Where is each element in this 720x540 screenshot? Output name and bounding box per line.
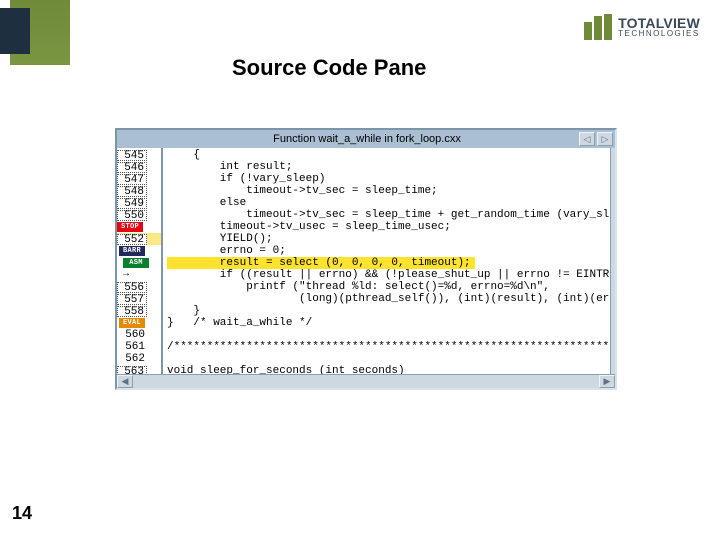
asm-badge[interactable]: ASM [123,258,149,268]
line-number: 548 [117,186,147,197]
line-number: 547 [117,174,147,185]
code-line: if ((result || errno) && (!please_shut_u… [167,269,610,281]
program-counter-arrow-icon: → [123,269,129,281]
code-line: /***************************************… [167,341,610,353]
code-line: int result; [167,161,292,173]
scroll-right-button[interactable]: ▶ [599,375,615,388]
code-line: timeout->tv_sec = sleep_time; [167,185,438,197]
horizontal-scrollbar[interactable]: ◀ ▶ [117,374,615,388]
source-code-pane: Function wait_a_while in fork_loop.cxx ◁… [115,128,617,390]
slide-accent-block [10,0,70,65]
code-line: (long)(pthread_self()), (int)(result), (… [167,293,610,305]
page-number: 14 [12,503,32,524]
brand-name-top: TOTALVIEW [618,16,700,30]
line-number-gutter[interactable]: 545 546 547 548 549 550 STOP 552 BARR AS… [117,148,163,374]
line-number: 550 [117,210,147,221]
code-line: if (!vary_sleep) [167,173,325,185]
brand-bars-icon [584,14,612,40]
line-number: 563 [117,366,147,375]
nav-back-button[interactable]: ◁ [579,132,595,146]
line-number: 552 [117,234,147,245]
source-code-area[interactable]: { int result; if (!vary_sleep) timeout->… [163,148,610,374]
code-line: printf ("thread %ld: select()=%d, errno=… [167,281,550,293]
code-line: void sleep_for_seconds (int seconds) [167,365,405,374]
code-line: else [167,197,246,209]
pane-header-title: Function wait_a_while in fork_loop.cxx [273,133,461,145]
line-number: 557 [117,294,147,305]
code-line: errno = 0; [167,245,286,257]
line-number: 546 [117,162,147,173]
code-line: timeout->tv_sec = sleep_time + get_rando… [167,209,610,221]
brand-logo: TOTALVIEW TECHNOLOGIES [584,14,700,40]
code-line: timeout->tv_usec = sleep_time_usec; [167,221,451,233]
breakpoint-stop-badge[interactable]: STOP [117,222,143,232]
line-number: 556 [117,282,147,293]
line-number: 558 [117,306,147,317]
code-line-current: result = select (0, 0, 0, 0, timeout); [167,257,475,269]
brand-name-bottom: TECHNOLOGIES [618,30,700,38]
line-number: 560 [117,329,147,341]
pane-header: Function wait_a_while in fork_loop.cxx ◁… [117,130,615,148]
barrier-badge[interactable]: BARR [119,246,145,256]
line-number: 545 [117,150,147,161]
code-line: } /* wait_a_while */ [167,317,312,329]
slide-title: Source Code Pane [232,55,426,81]
eval-badge[interactable]: EVAL [119,318,145,328]
vertical-scrollbar[interactable] [610,148,615,374]
code-line: { [167,149,200,161]
line-number: 549 [117,198,147,209]
pane-body: 545 546 547 548 549 550 STOP 552 BARR AS… [117,148,615,374]
line-number: 561 [117,341,147,353]
scroll-left-button[interactable]: ◀ [117,375,133,388]
line-number: 562 [117,353,147,365]
code-line: } [167,305,200,317]
nav-forward-button[interactable]: ▷ [597,132,613,146]
code-line: YIELD(); [167,233,273,245]
